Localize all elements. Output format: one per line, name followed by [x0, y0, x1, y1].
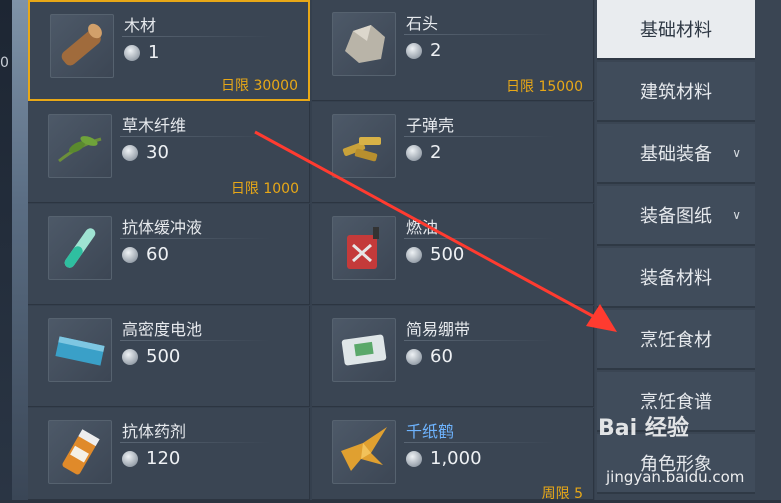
coin-icon	[406, 450, 422, 467]
item-name: 千纸鹤	[406, 422, 455, 441]
item-card-bandage[interactable]: 简易绷带 60	[312, 306, 594, 407]
test-tube-icon	[48, 216, 112, 280]
item-price: 1	[124, 42, 159, 63]
stone-icon	[332, 12, 396, 76]
coin-icon	[122, 144, 138, 161]
battery-icon	[48, 318, 112, 382]
item-price: 2	[406, 142, 441, 163]
item-price: 500	[406, 244, 464, 265]
tab-equipment-materials[interactable]: 装备材料	[597, 248, 755, 308]
item-price: 30	[122, 142, 169, 163]
tab-building-materials[interactable]: 建筑材料	[597, 62, 755, 122]
item-price: 120	[122, 448, 180, 469]
item-card-paper-crane[interactable]: 千纸鹤 1,000 周限 5	[312, 408, 594, 502]
paper-crane-icon	[332, 420, 396, 484]
item-name: 草木纤维	[122, 116, 187, 135]
item-name: 子弹壳	[406, 116, 455, 135]
item-name: 高密度电池	[122, 320, 203, 339]
item-name: 简易绷带	[406, 320, 471, 339]
coin-icon	[122, 348, 138, 365]
item-name: 木材	[124, 16, 157, 35]
coin-icon	[124, 44, 140, 61]
item-price: 500	[122, 346, 180, 367]
item-name: 燃油	[406, 218, 439, 237]
tab-basic-materials[interactable]: 基础材料	[597, 0, 755, 60]
tab-equipment-blueprints[interactable]: 装备图纸 ∨	[597, 186, 755, 246]
coin-icon	[122, 450, 138, 467]
coin-icon	[406, 144, 422, 161]
item-card-wood[interactable]: 木材 1 日限 30000	[28, 0, 310, 101]
coin-icon	[406, 246, 422, 263]
item-limit: 日限 30000	[221, 78, 298, 94]
item-limit: 日限 1000	[230, 181, 299, 197]
wood-icon	[50, 14, 114, 78]
fuel-can-icon	[332, 216, 396, 280]
left-panel-text: 0	[0, 55, 9, 71]
chevron-down-icon: ∨	[732, 146, 741, 160]
coin-icon	[406, 348, 422, 365]
item-card-fuel[interactable]: 燃油 500	[312, 204, 594, 305]
item-price: 1,000	[406, 448, 482, 469]
item-price: 60	[406, 346, 453, 367]
item-card-stone[interactable]: 石头 2 日限 15000	[312, 0, 594, 101]
tab-basic-equipment[interactable]: 基础装备 ∨	[597, 124, 755, 184]
item-name: 抗体药剂	[122, 422, 187, 441]
item-price: 60	[122, 244, 169, 265]
item-price: 2	[406, 40, 441, 61]
coin-icon	[122, 246, 138, 263]
baidu-watermark: Bai 经验 jingyan.baidu.com	[598, 416, 745, 486]
chevron-down-icon: ∨	[732, 208, 741, 222]
item-card-plant-fiber[interactable]: 草木纤维 30 日限 1000	[28, 102, 310, 203]
coin-icon	[406, 42, 422, 59]
item-name: 抗体缓冲液	[122, 218, 203, 237]
item-card-battery[interactable]: 高密度电池 500	[28, 306, 310, 407]
bullet-casing-icon	[332, 114, 396, 178]
bandage-icon	[332, 318, 396, 382]
item-card-bullet-casing[interactable]: 子弹壳 2	[312, 102, 594, 203]
tab-cooking-ingredients[interactable]: 烹饪食材	[597, 310, 755, 370]
item-grid: 木材 1 日限 30000 石头 2 日限 15000 草木纤维 30 日限 1…	[28, 0, 595, 502]
item-card-antibody-buffer[interactable]: 抗体缓冲液 60	[28, 204, 310, 305]
item-limit: 日限 15000	[506, 79, 583, 95]
item-card-antibody-potion[interactable]: 抗体药剂 120	[28, 408, 310, 500]
background-scene	[12, 0, 28, 500]
item-name: 石头	[406, 14, 439, 33]
medicine-bottle-icon	[48, 420, 112, 484]
item-limit: 周限 5	[541, 486, 583, 502]
plant-fiber-icon	[48, 114, 112, 178]
